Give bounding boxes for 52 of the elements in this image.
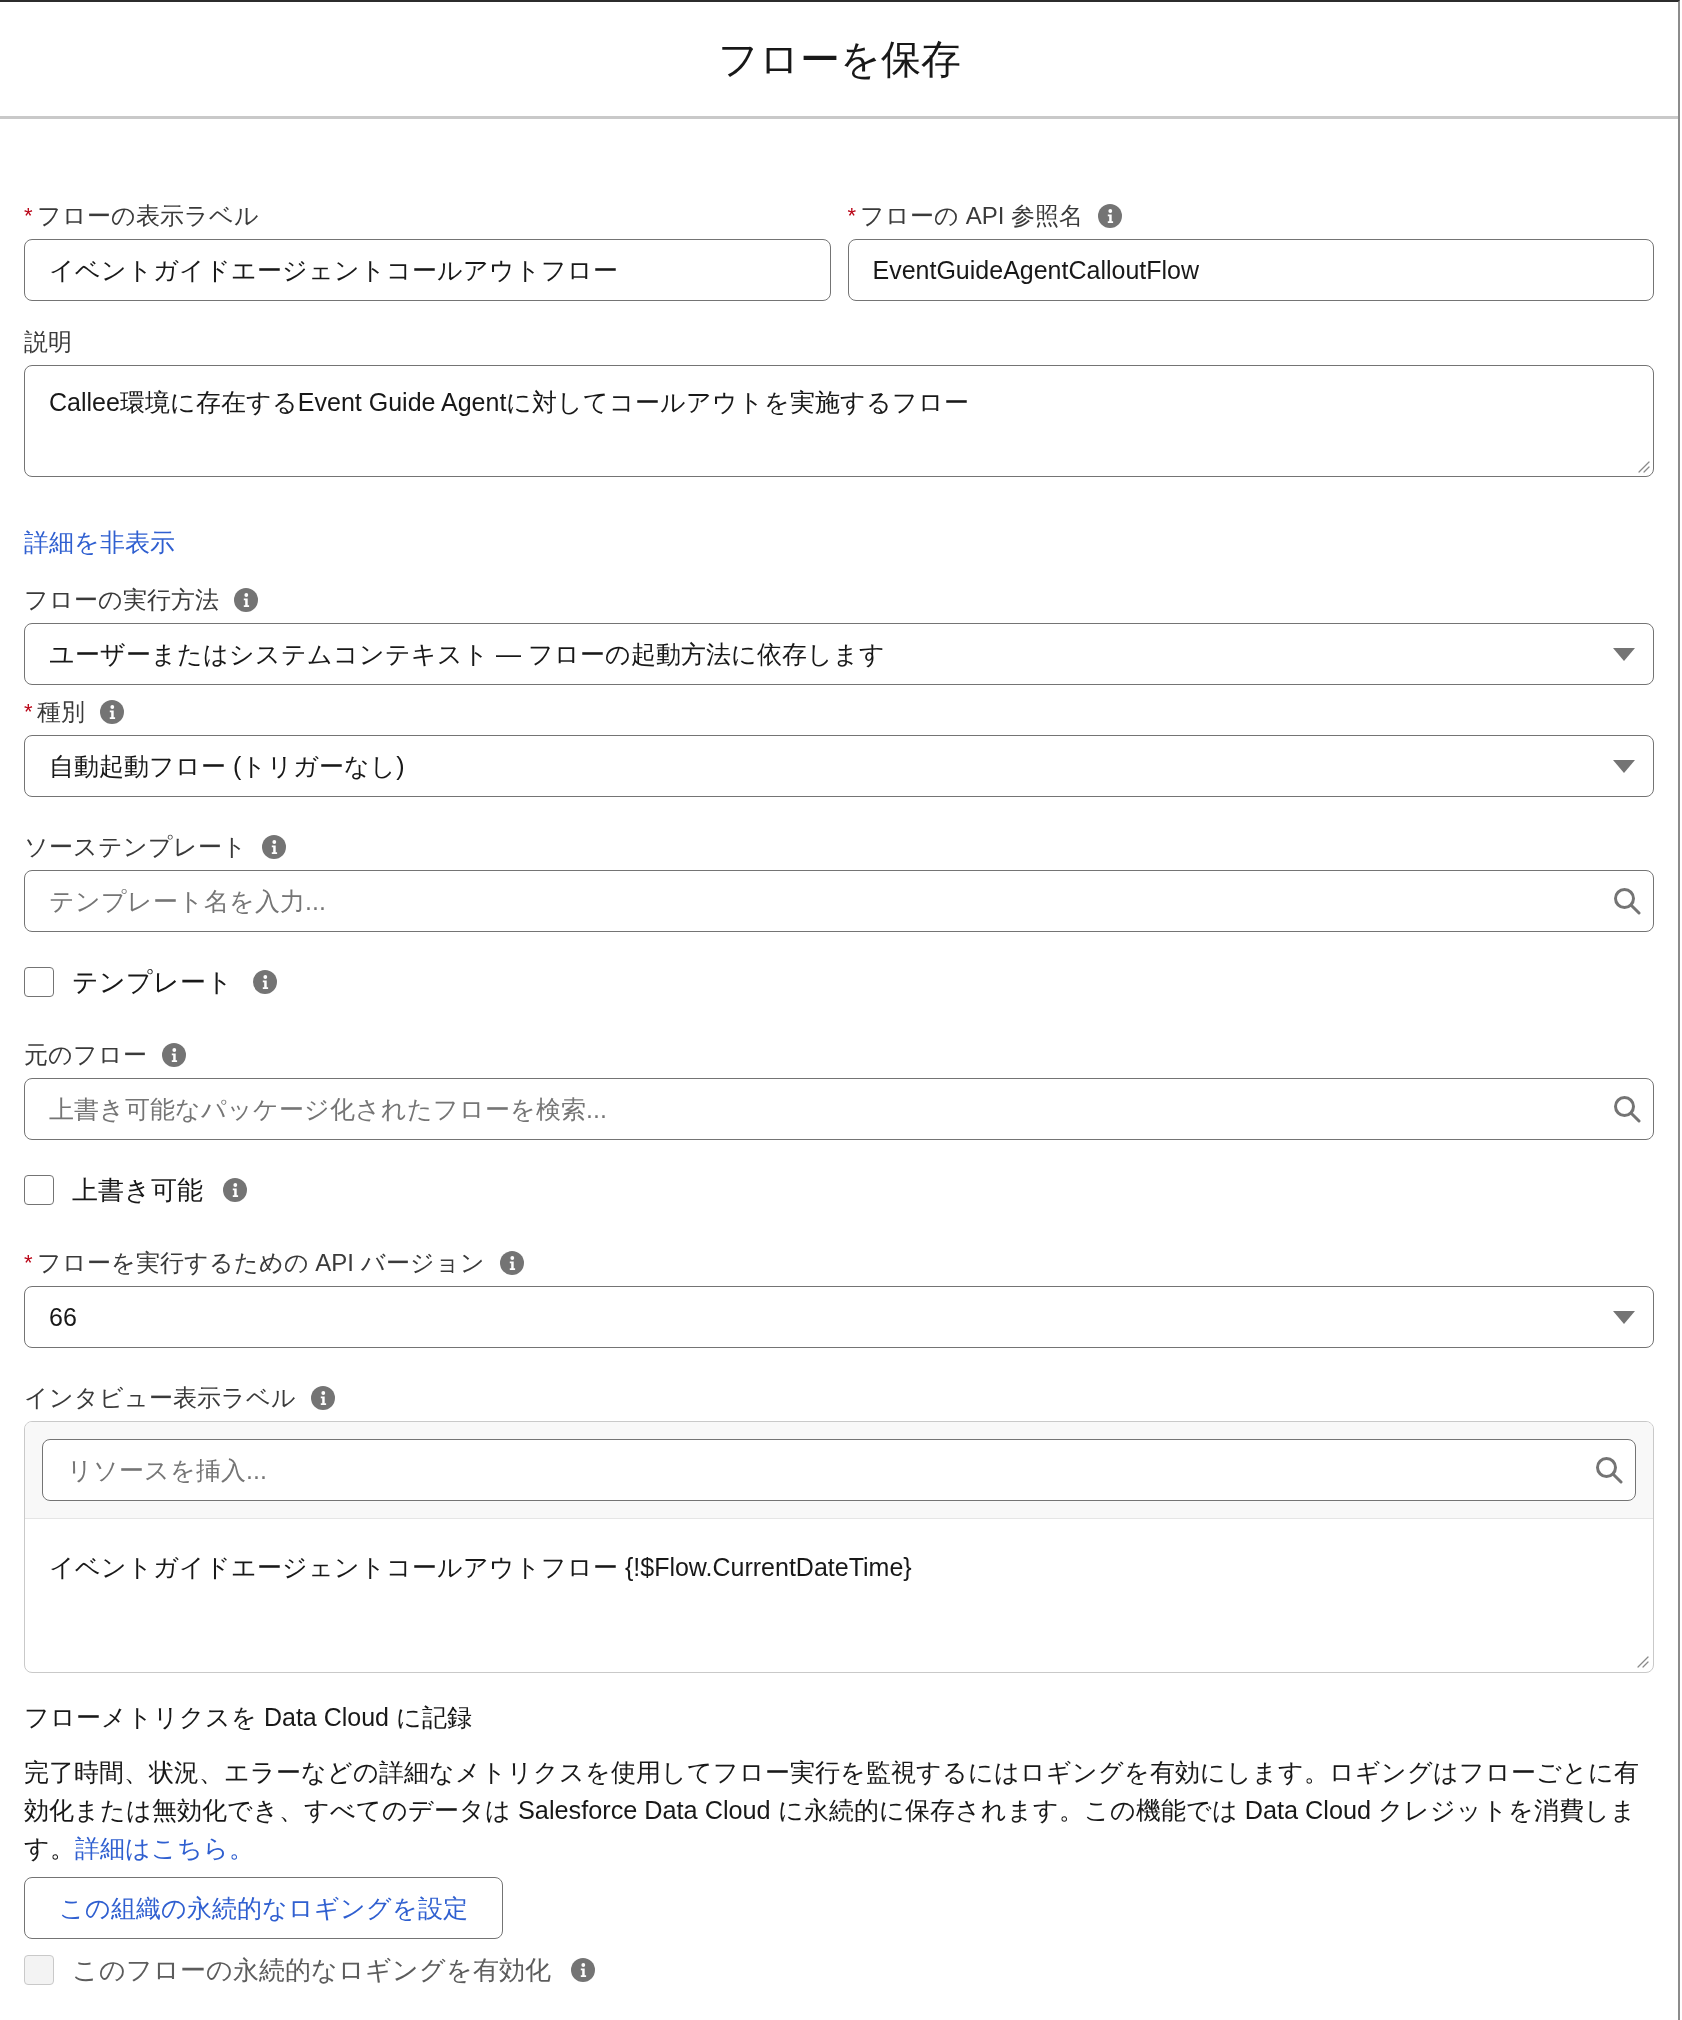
description-field[interactable]: Callee環境に存在するEvent Guide Agentに対してコールアウトを実施するフロー: [24, 365, 1654, 477]
resize-handle-icon[interactable]: [1637, 1656, 1649, 1668]
field-label: フローを実行するための API バージョン: [36, 1248, 485, 1278]
field-label: インタビュー表示ラベル: [24, 1383, 296, 1413]
info-icon[interactable]: [1098, 204, 1123, 228]
search-icon[interactable]: [1613, 887, 1641, 915]
description-text: 完了時間、状況、エラーなどの詳細なメトリクスを使用してフロー実行を監視するにはロギングを有効にします。ロギングはフローごとに有効化または無効化でき、すべてのデータは Salesforce Data Cloud に永続的に保存されます。この機能では Data Cloud クレジットを消費します。詳細はこちら。: [24, 1757, 1640, 1864]
caret-icon: [1613, 647, 1635, 661]
hide-details-link[interactable]: 詳細を非表示: [24, 526, 175, 558]
search-field[interactable]: テンプレート名を入力...: [24, 870, 1654, 932]
search-field[interactable]: 上書き可能なパッケージ化されたフローを検索...: [24, 1078, 1654, 1140]
info-icon[interactable]: [253, 970, 277, 994]
checkbox-label: 上書き可能: [72, 1175, 203, 1206]
info-icon[interactable]: [234, 588, 258, 612]
info-icon[interactable]: [99, 700, 124, 724]
field-label: フローの API 参照名: [860, 201, 1084, 231]
info-icon[interactable]: [223, 1178, 247, 1202]
required-mark: *: [24, 202, 33, 230]
learn-more-link[interactable]: 詳細はこちら。: [75, 1834, 254, 1862]
field-label: 元のフロー: [24, 1040, 147, 1070]
checkbox-label: テンプレート: [72, 967, 233, 998]
search-icon[interactable]: [1613, 1095, 1641, 1123]
field-label: ソーステンプレート: [24, 832, 247, 862]
info-icon[interactable]: [262, 835, 286, 859]
required-mark: *: [847, 202, 857, 230]
text-input-field[interactable]: EventGuideAgentCalloutFlow: [847, 239, 1654, 301]
info-icon[interactable]: [162, 1043, 186, 1067]
info-icon[interactable]: [499, 1251, 524, 1275]
dropdown-field[interactable]: 66: [24, 1286, 1654, 1348]
checkbox-label: このフローの永続的なロギングを有効化: [72, 1955, 551, 1986]
resource-editor[interactable]: リソースを挿入... イベントガイドエージェントコールアウトフロー {!$Flow.CurrentDateTime}: [24, 1421, 1654, 1673]
resize-handle-icon[interactable]: [1638, 461, 1650, 473]
text-input-field[interactable]: イベントガイドエージェントコールアウトフロー: [24, 239, 831, 301]
info-icon[interactable]: [311, 1386, 335, 1410]
field-label: フローの表示ラベル: [36, 201, 259, 231]
logging-setup-button[interactable]: この組織の永続的なロギングを設定: [24, 1877, 503, 1939]
field-label: 説明: [24, 327, 72, 357]
field-label: フローの実行方法: [24, 585, 219, 615]
required-mark: *: [24, 698, 33, 726]
required-mark: *: [24, 1249, 33, 1277]
field-label: 種別: [36, 697, 85, 727]
dropdown-field[interactable]: 自動起動フロー (トリガーなし): [24, 735, 1654, 797]
search-icon[interactable]: [1595, 1456, 1623, 1484]
section-heading: フローメトリクスを Data Cloud に記録: [24, 1702, 473, 1733]
caret-icon: [1613, 759, 1635, 773]
display-label-field[interactable]: イベントガイドエージェントコールアウトフロー {!$Flow.CurrentDateTime}: [25, 1519, 1653, 1672]
caret-icon: [1613, 1310, 1635, 1324]
checkbox[interactable]: [24, 967, 54, 997]
dialog-title: フローを保存: [717, 36, 961, 83]
dropdown-field[interactable]: ユーザーまたはシステムコンテキスト — フローの起動方法に依存します: [24, 623, 1654, 685]
resource-search-field[interactable]: リソースを挿入...: [42, 1439, 1636, 1501]
checkbox[interactable]: [24, 1175, 54, 1205]
